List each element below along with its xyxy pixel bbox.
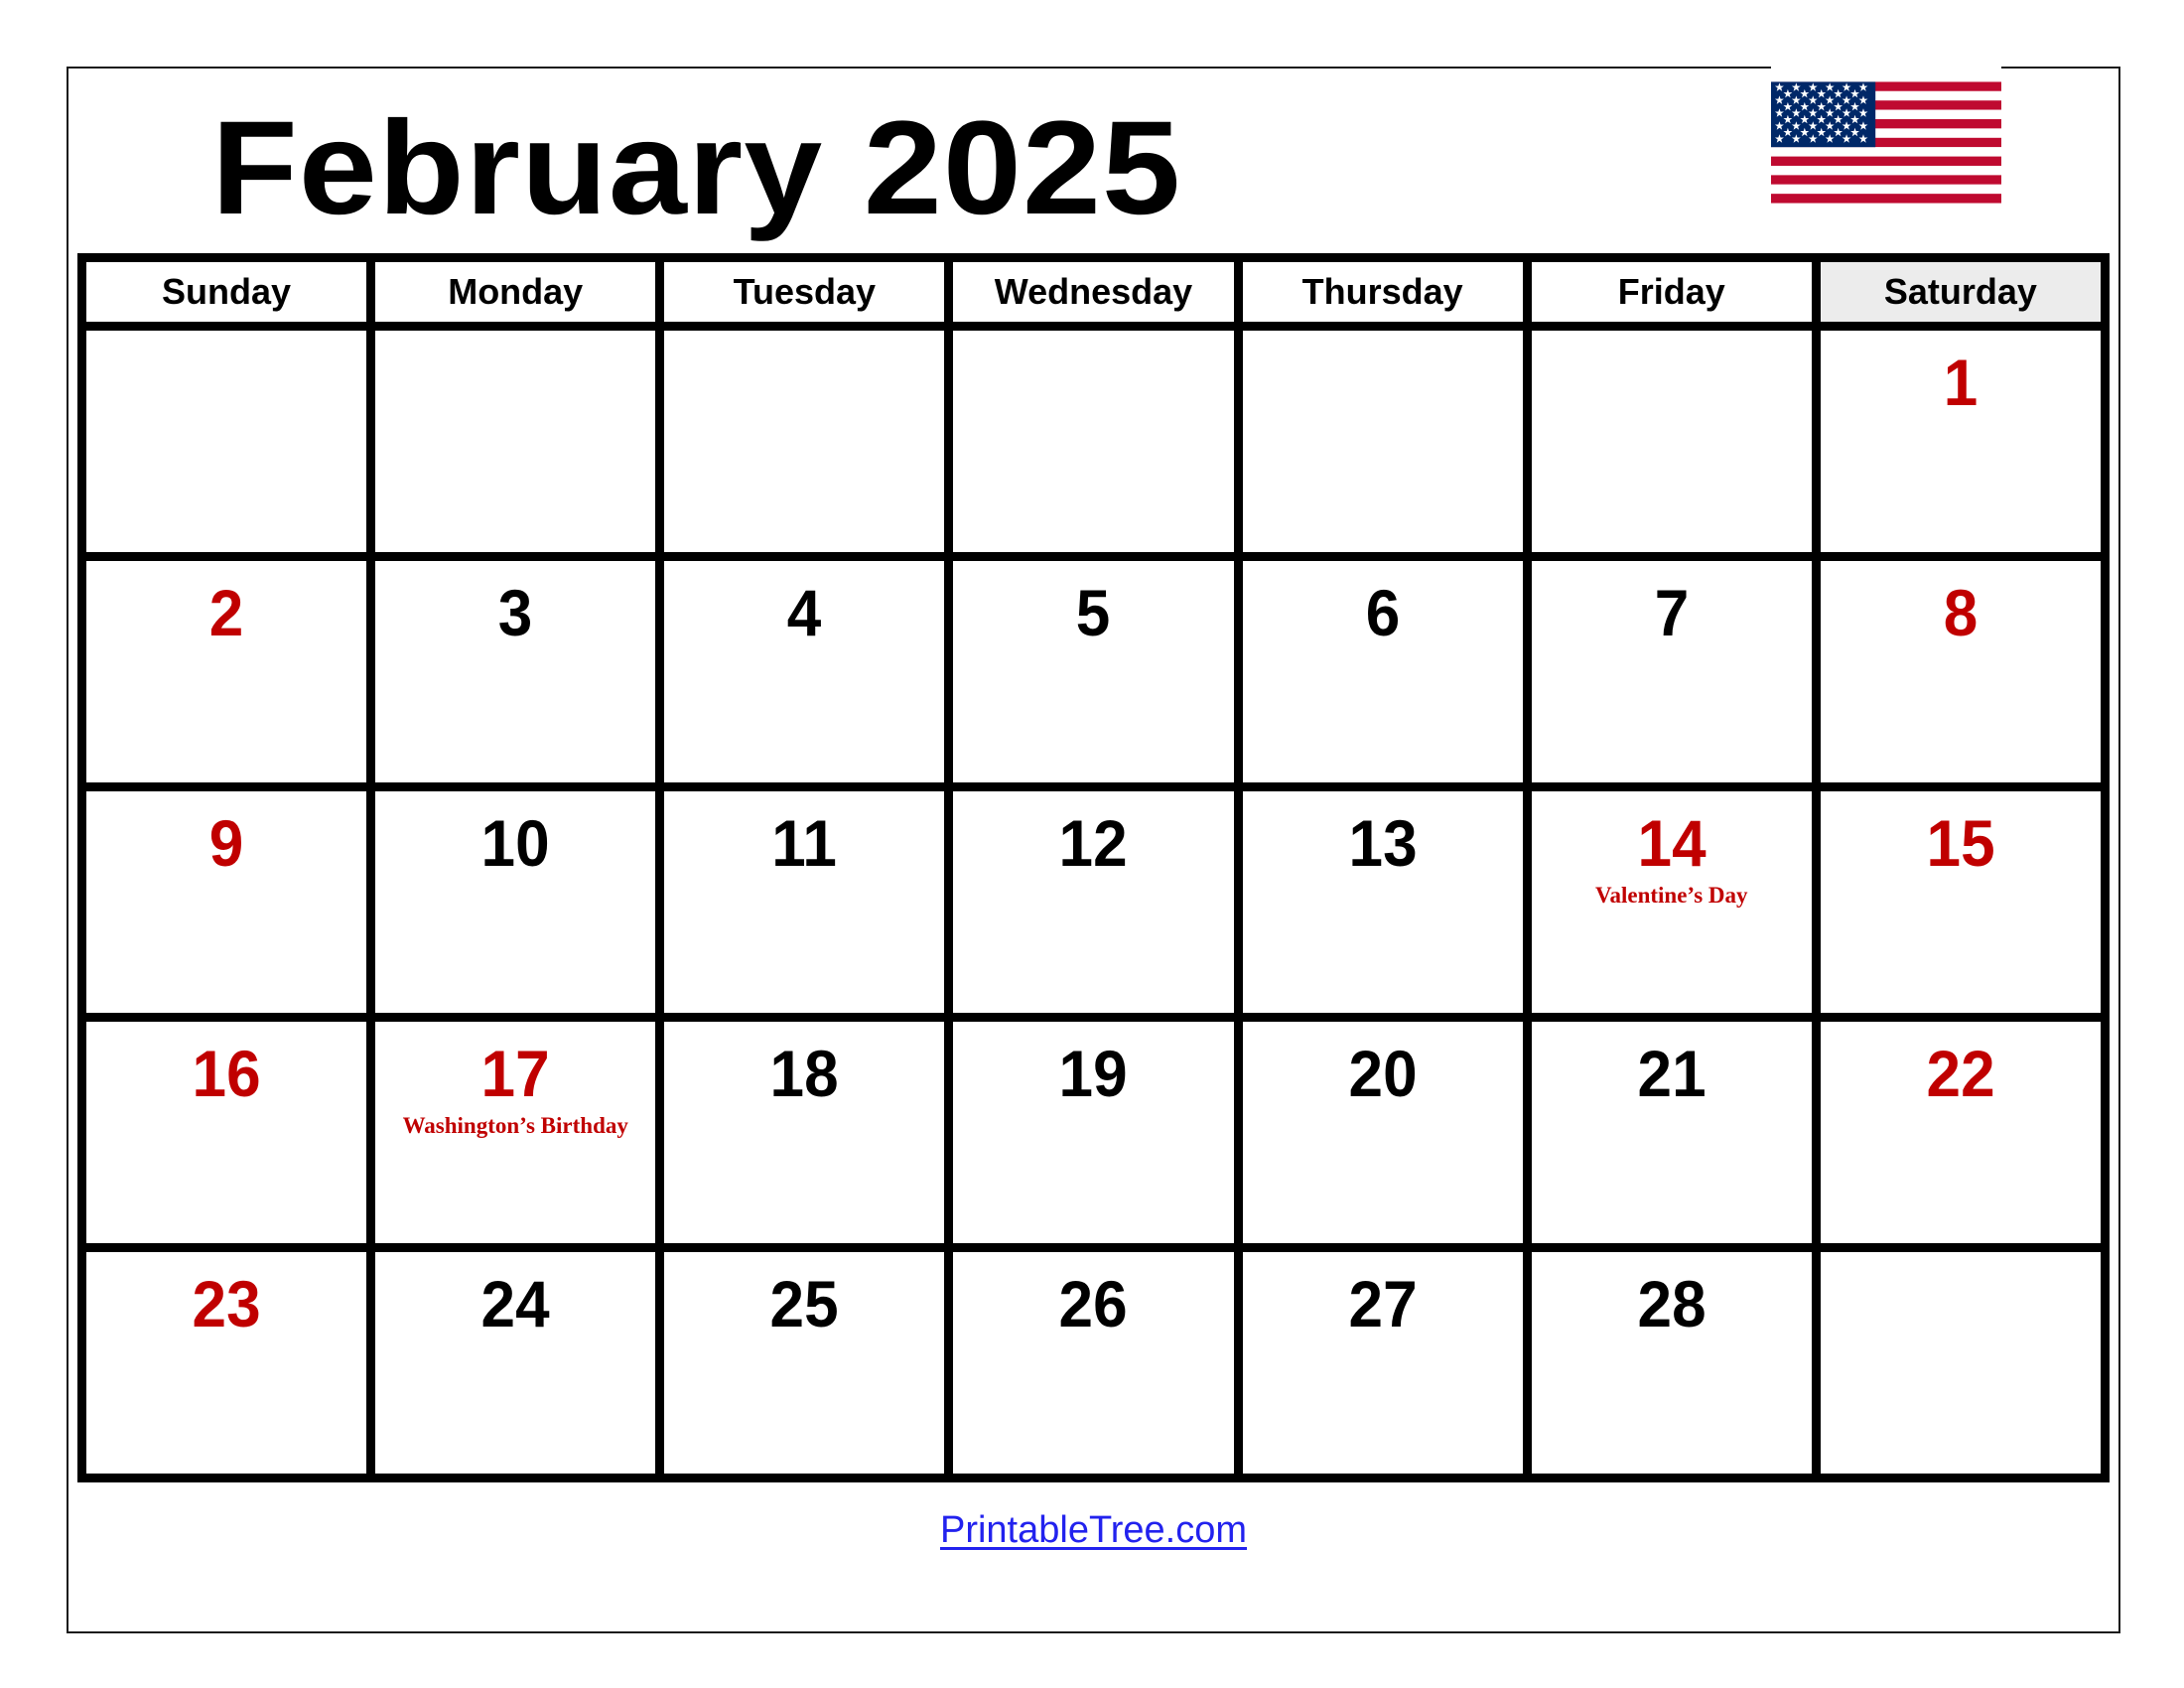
calendar-grid: Sunday Monday Tuesday Wednesday Thursday… bbox=[77, 253, 2110, 1482]
day-cell[interactable]: 19 bbox=[953, 1022, 1243, 1252]
day-cell[interactable]: 11 bbox=[664, 791, 954, 1022]
day-cell[interactable] bbox=[375, 331, 665, 561]
calendar-page: February 2025 Sunday Monday Tuesday Wedn… bbox=[0, 0, 2184, 1688]
day-cell[interactable]: 12 bbox=[953, 791, 1243, 1022]
day-cell[interactable] bbox=[1242, 331, 1532, 561]
day-number: 23 bbox=[192, 1267, 261, 1340]
footer: PrintableTree.com bbox=[77, 1509, 2110, 1552]
day-number: 11 bbox=[771, 806, 838, 880]
day-number: 8 bbox=[1943, 576, 1979, 649]
day-number: 10 bbox=[480, 806, 550, 880]
weekday-header-friday: Friday bbox=[1531, 262, 1821, 331]
day-number: 4 bbox=[787, 576, 822, 649]
day-number: 22 bbox=[1926, 1037, 1995, 1110]
day-number: 3 bbox=[497, 576, 533, 649]
day-number: 12 bbox=[1058, 806, 1129, 880]
weekday-label: Friday bbox=[1617, 271, 1725, 312]
calendar-header: February 2025 bbox=[77, 57, 2110, 258]
day-cell[interactable] bbox=[86, 331, 376, 561]
day-cell[interactable] bbox=[1820, 1252, 2110, 1482]
day-cell[interactable] bbox=[1531, 331, 1821, 561]
day-number: 25 bbox=[769, 1267, 839, 1340]
day-number: 7 bbox=[1654, 576, 1690, 649]
weekday-header-tuesday: Tuesday bbox=[664, 262, 954, 331]
day-cell[interactable]: 2 bbox=[86, 561, 376, 791]
weekday-label: Monday bbox=[448, 271, 584, 312]
weekday-header-monday: Monday bbox=[375, 262, 665, 331]
day-number: 15 bbox=[1926, 806, 1995, 880]
printabletree-link[interactable]: PrintableTree.com bbox=[940, 1509, 1247, 1551]
day-cell[interactable]: 15 bbox=[1820, 791, 2110, 1022]
day-cell[interactable]: 8 bbox=[1820, 561, 2110, 791]
day-cell[interactable]: 18 bbox=[664, 1022, 954, 1252]
day-number: 24 bbox=[480, 1267, 550, 1340]
day-cell[interactable]: 3 bbox=[375, 561, 665, 791]
day-number: 1 bbox=[1943, 346, 1979, 419]
page-title: February 2025 bbox=[211, 94, 1182, 242]
day-cell[interactable]: 20 bbox=[1242, 1022, 1532, 1252]
day-cell[interactable]: 5 bbox=[953, 561, 1243, 791]
day-cell[interactable]: 23 bbox=[86, 1252, 376, 1482]
united-states-flag-icon bbox=[1771, 57, 2001, 228]
day-number: 17 bbox=[480, 1037, 550, 1110]
day-cell-holiday[interactable]: 14 Valentine’s Day bbox=[1531, 791, 1821, 1022]
day-cell[interactable]: 13 bbox=[1242, 791, 1532, 1022]
day-cell[interactable]: 7 bbox=[1531, 561, 1821, 791]
day-number: 16 bbox=[192, 1037, 261, 1110]
day-number: 9 bbox=[208, 806, 244, 880]
day-cell[interactable]: 16 bbox=[86, 1022, 376, 1252]
weekday-header-saturday: Saturday bbox=[1820, 262, 2110, 331]
day-cell[interactable]: 6 bbox=[1242, 561, 1532, 791]
day-cell[interactable]: 4 bbox=[664, 561, 954, 791]
day-event-label: Washington’s Birthday bbox=[402, 1113, 628, 1138]
day-cell[interactable]: 28 bbox=[1531, 1252, 1821, 1482]
day-cell[interactable]: 22 bbox=[1820, 1022, 2110, 1252]
day-number: 28 bbox=[1637, 1267, 1706, 1340]
weekday-label: Thursday bbox=[1301, 271, 1463, 312]
day-cell[interactable] bbox=[953, 331, 1243, 561]
day-cell[interactable]: 25 bbox=[664, 1252, 954, 1482]
day-cell[interactable]: 1 bbox=[1820, 331, 2110, 561]
day-number: 26 bbox=[1058, 1267, 1129, 1340]
day-number: 18 bbox=[769, 1037, 839, 1110]
weekday-header-thursday: Thursday bbox=[1242, 262, 1532, 331]
flag-svg bbox=[1771, 81, 2001, 204]
day-number: 27 bbox=[1348, 1267, 1418, 1340]
day-cell[interactable]: 9 bbox=[86, 791, 376, 1022]
day-cell[interactable]: 24 bbox=[375, 1252, 665, 1482]
day-cell-holiday[interactable]: 17 Washington’s Birthday bbox=[375, 1022, 665, 1252]
weekday-header-wednesday: Wednesday bbox=[953, 262, 1243, 331]
day-number: 19 bbox=[1058, 1037, 1129, 1110]
weekday-label: Saturday bbox=[1883, 271, 2037, 312]
day-number: 14 bbox=[1637, 806, 1706, 880]
weekday-label: Wednesday bbox=[994, 271, 1193, 312]
day-number: 13 bbox=[1348, 806, 1418, 880]
day-event-label: Valentine’s Day bbox=[1594, 883, 1748, 908]
day-number: 6 bbox=[1365, 576, 1400, 649]
day-number: 20 bbox=[1348, 1037, 1418, 1110]
day-number: 21 bbox=[1637, 1037, 1706, 1110]
day-cell[interactable]: 27 bbox=[1242, 1252, 1532, 1482]
day-cell[interactable] bbox=[664, 331, 954, 561]
day-number: 2 bbox=[208, 576, 244, 649]
day-cell[interactable]: 21 bbox=[1531, 1022, 1821, 1252]
weekday-label: Sunday bbox=[162, 271, 292, 312]
weekday-header-sunday: Sunday bbox=[86, 262, 376, 331]
day-cell[interactable]: 10 bbox=[375, 791, 665, 1022]
day-number: 5 bbox=[1076, 576, 1111, 649]
weekday-label: Tuesday bbox=[733, 271, 877, 312]
day-cell[interactable]: 26 bbox=[953, 1252, 1243, 1482]
